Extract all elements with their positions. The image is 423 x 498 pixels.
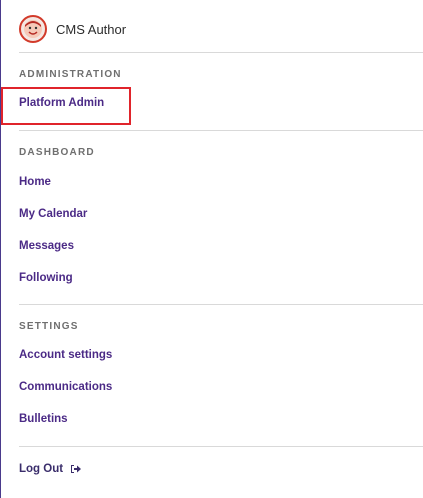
dashboard-heading: DASHBOARD bbox=[19, 147, 95, 158]
divider bbox=[19, 52, 423, 53]
account-settings-link[interactable]: Account settings bbox=[19, 349, 112, 361]
settings-heading: SETTINGS bbox=[19, 321, 79, 332]
divider bbox=[19, 304, 423, 305]
administration-heading: ADMINISTRATION bbox=[19, 69, 122, 80]
avatar-icon bbox=[19, 15, 47, 43]
my-calendar-link[interactable]: My Calendar bbox=[19, 208, 87, 220]
divider bbox=[19, 130, 423, 131]
bulletins-link[interactable]: Bulletins bbox=[19, 413, 68, 425]
account-menu: CMS Author ADMINISTRATION Platform Admin… bbox=[0, 0, 423, 498]
log-out-label: Log Out bbox=[19, 463, 64, 475]
user-name: CMS Author bbox=[56, 21, 127, 37]
log-out-button[interactable]: Log Out bbox=[19, 463, 82, 475]
divider bbox=[19, 446, 423, 447]
highlight-box bbox=[1, 87, 131, 125]
following-link[interactable]: Following bbox=[19, 272, 73, 284]
sign-out-icon bbox=[70, 464, 82, 474]
home-link[interactable]: Home bbox=[19, 176, 51, 188]
user-profile[interactable]: CMS Author bbox=[19, 15, 126, 43]
messages-link[interactable]: Messages bbox=[19, 240, 74, 252]
communications-link[interactable]: Communications bbox=[19, 381, 112, 393]
